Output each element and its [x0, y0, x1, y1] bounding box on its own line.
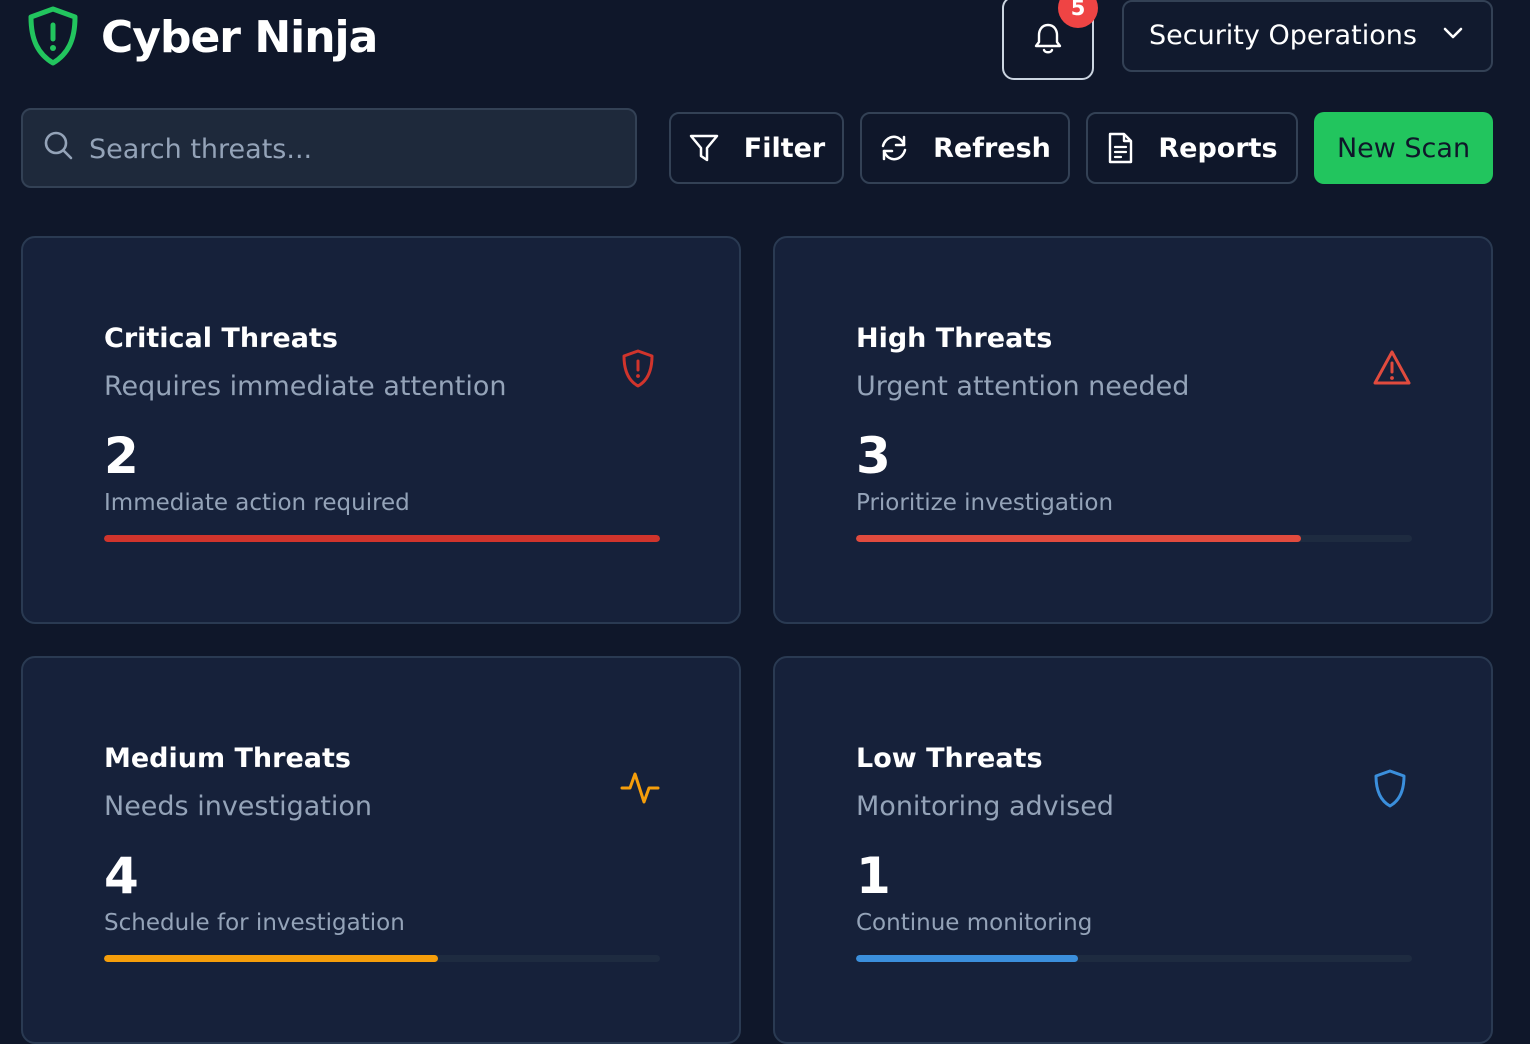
bell-icon: [1034, 23, 1062, 54]
shield-icon: [1374, 769, 1406, 808]
warning-triangle-icon: [1373, 350, 1411, 385]
app-title: Cyber Ninja: [101, 12, 378, 63]
card-note: Continue monitoring: [856, 910, 1093, 936]
toolbar: Filter Refresh Reports New Scan: [0, 100, 1530, 200]
file-text-icon: [1106, 132, 1134, 164]
refresh-button-label: Refresh: [933, 132, 1051, 164]
card-count: 1: [856, 847, 891, 905]
card-note: Prioritize investigation: [856, 490, 1114, 516]
threat-card-low[interactable]: Low Threats Monitoring advised 1 Continu…: [773, 656, 1493, 1044]
reports-button[interactable]: Reports: [1086, 112, 1298, 184]
severity-progress-fill: [856, 955, 1079, 962]
card-note: Schedule for investigation: [104, 910, 405, 936]
new-scan-button[interactable]: New Scan: [1314, 112, 1493, 184]
reports-button-label: Reports: [1158, 132, 1278, 164]
severity-progress-fill: [104, 955, 438, 962]
card-title: Medium Threats: [104, 743, 351, 774]
team-select-value: Security Operations: [1149, 20, 1417, 51]
card-title: Low Threats: [856, 743, 1043, 774]
threat-card-critical[interactable]: Critical Threats Requires immediate atte…: [21, 236, 741, 624]
refresh-icon: [879, 133, 909, 163]
card-count: 2: [104, 427, 139, 485]
card-count: 4: [104, 847, 139, 905]
chevron-down-icon: [1443, 27, 1463, 39]
search-box[interactable]: [21, 108, 637, 188]
severity-progress-fill: [104, 535, 660, 542]
severity-progress-fill: [856, 535, 1301, 542]
card-subtitle: Monitoring advised: [856, 791, 1114, 822]
app-header: Cyber Ninja 5 Security Operations: [0, 0, 1530, 90]
card-subtitle: Needs investigation: [104, 791, 372, 822]
severity-progress-bar: [856, 955, 1412, 962]
severity-progress-bar: [104, 955, 660, 962]
shield-logo-icon: [28, 6, 78, 66]
activity-icon: [620, 772, 660, 804]
card-title: High Threats: [856, 323, 1053, 354]
new-scan-button-label: New Scan: [1336, 132, 1471, 164]
threat-card-medium[interactable]: Medium Threats Needs investigation 4 Sch…: [21, 656, 741, 1044]
card-title: Critical Threats: [104, 323, 338, 354]
filter-button-label: Filter: [743, 132, 826, 164]
search-icon: [44, 131, 73, 160]
severity-progress-bar: [104, 535, 660, 542]
card-subtitle: Requires immediate attention: [104, 371, 507, 402]
card-subtitle: Urgent attention needed: [856, 371, 1190, 402]
refresh-button[interactable]: Refresh: [860, 112, 1070, 184]
card-count: 3: [856, 427, 891, 485]
team-select[interactable]: Security Operations: [1122, 0, 1493, 72]
search-input[interactable]: [87, 126, 611, 172]
card-note: Immediate action required: [104, 490, 410, 516]
filter-icon: [688, 133, 720, 163]
severity-progress-bar: [856, 535, 1412, 542]
filter-button[interactable]: Filter: [669, 112, 844, 184]
threat-card-high[interactable]: High Threats Urgent attention needed 3 P…: [773, 236, 1493, 624]
shield-alert-icon: [622, 349, 654, 388]
